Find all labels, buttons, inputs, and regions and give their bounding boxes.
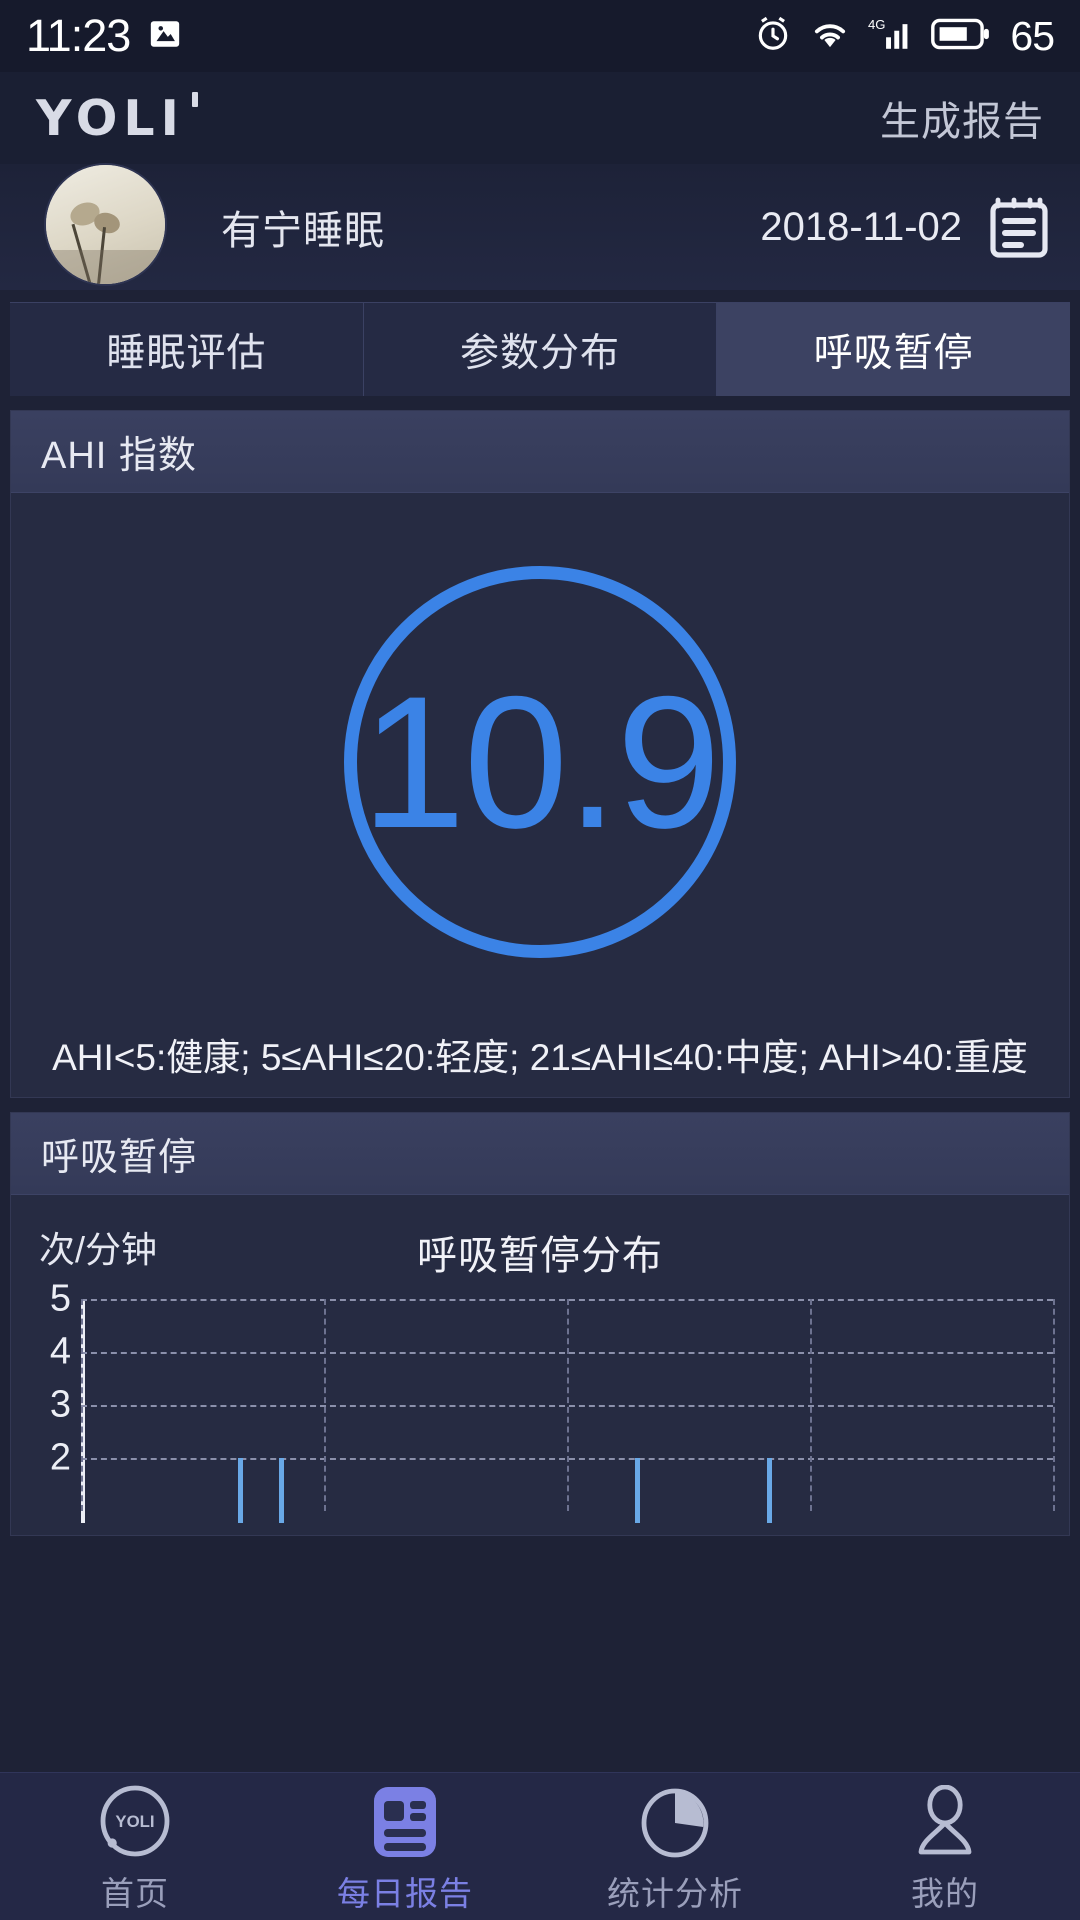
apnea-chart: 次/分钟 呼吸暂停分布 5432 bbox=[11, 1195, 1069, 1535]
status-bar-left: 11:23 bbox=[26, 10, 182, 62]
brand-logo: YOLI bbox=[36, 89, 198, 147]
app-header: YOLI 生成报告 bbox=[0, 72, 1080, 164]
tab-sleep-assessment[interactable]: 睡眠评估 bbox=[10, 303, 364, 396]
chart-bar bbox=[238, 1458, 244, 1523]
chart-gridline-vertical bbox=[810, 1299, 812, 1511]
selected-date[interactable]: 2018-11-02 bbox=[760, 205, 962, 250]
chart-bar bbox=[635, 1458, 641, 1523]
chart-gridline-vertical bbox=[567, 1299, 569, 1511]
tab-label: 呼吸暂停 bbox=[813, 331, 974, 375]
avatar[interactable] bbox=[44, 162, 167, 286]
status-bar: 11:23 4G 65 bbox=[0, 0, 1080, 72]
brand-logo-text: YOLI bbox=[36, 89, 185, 147]
person-icon bbox=[910, 1784, 980, 1859]
signal-icon: 4G bbox=[868, 15, 914, 58]
image-icon bbox=[148, 17, 182, 56]
status-clock: 11:23 bbox=[26, 10, 131, 61]
chart-y-tick: 5 bbox=[49, 1277, 71, 1320]
chart-bar bbox=[279, 1458, 285, 1523]
nav-label: 我的 bbox=[911, 1874, 979, 1912]
alarm-clock-icon bbox=[754, 15, 792, 58]
profile-row: 有宁睡眠 2018-11-02 bbox=[0, 162, 1080, 290]
avatar-shadow bbox=[46, 249, 165, 284]
profile-name: 有宁睡眠 bbox=[221, 209, 385, 253]
pie-chart-icon bbox=[638, 1785, 712, 1859]
battery-percent-label: 65 bbox=[1010, 12, 1055, 59]
ahi-card-title: AHI 指数 bbox=[11, 411, 1069, 493]
tab-apnea[interactable]: 呼吸暂停 bbox=[717, 303, 1071, 396]
apnea-card: 呼吸暂停 次/分钟 呼吸暂停分布 5432 bbox=[10, 1112, 1070, 1536]
tab-parameter-distribution[interactable]: 参数分布 bbox=[363, 303, 718, 396]
chart-y-tick: 4 bbox=[49, 1330, 71, 1373]
calendar-icon[interactable] bbox=[988, 194, 1050, 260]
nav-label: 每日报告 bbox=[337, 1874, 473, 1912]
chart-bar bbox=[767, 1458, 773, 1523]
battery-icon bbox=[931, 17, 990, 56]
apnea-card-title: 呼吸暂停 bbox=[11, 1113, 1069, 1195]
chart-title: 呼吸暂停分布 bbox=[417, 1234, 663, 1278]
yoli-logo-icon: YOLI bbox=[97, 1785, 173, 1859]
chart-y-tick: 3 bbox=[49, 1383, 71, 1426]
chart-gridline-vertical bbox=[1053, 1299, 1055, 1511]
nav-item-statistics[interactable]: 统计分析 bbox=[540, 1773, 810, 1920]
brand-logo-tick bbox=[191, 91, 198, 107]
nav-label: 首页 bbox=[101, 1874, 169, 1912]
status-bar-right: 4G 65 bbox=[754, 12, 1055, 60]
svg-text:4G: 4G bbox=[868, 17, 886, 32]
ahi-severity-legend: AHI<5:健康; 5≤AHI≤20:轻度; 21≤AHI≤40:中度; AHI… bbox=[52, 1037, 1028, 1078]
nav-item-home[interactable]: YOLI 首页 bbox=[0, 1773, 270, 1920]
ahi-card: AHI 指数 10.9 AHI<5:健康; 5≤AHI≤20:轻度; 21≤AH… bbox=[10, 410, 1070, 1098]
chart-gridline-vertical bbox=[324, 1299, 326, 1511]
chart-gridline-vertical bbox=[81, 1299, 83, 1511]
svg-text:YOLI: YOLI bbox=[115, 1812, 154, 1831]
tab-label: 参数分布 bbox=[460, 331, 621, 375]
chart-y-tick: 2 bbox=[49, 1436, 71, 1479]
ahi-card-body: 10.9 AHI<5:健康; 5≤AHI≤20:轻度; 21≤AHI≤40:中度… bbox=[11, 493, 1069, 1097]
ahi-gauge-ring: 10.9 bbox=[344, 566, 736, 958]
nav-item-daily-report[interactable]: 每日报告 bbox=[270, 1773, 540, 1920]
nav-label: 统计分析 bbox=[607, 1874, 743, 1912]
bottom-navigation-bar: YOLI 首页 每日报告 统计分析 我的 bbox=[0, 1772, 1080, 1920]
wifi-icon bbox=[809, 16, 851, 57]
chart-plot-area: 5 4 3 2 bbox=[50, 1278, 1055, 1523]
ahi-value: 10.9 bbox=[361, 657, 721, 867]
tab-label: 睡眠评估 bbox=[106, 331, 267, 375]
generate-report-button[interactable]: 生成报告 bbox=[880, 89, 1044, 147]
tab-bar: 睡眠评估 参数分布 呼吸暂停 bbox=[10, 302, 1071, 396]
nav-item-profile[interactable]: 我的 bbox=[810, 1773, 1080, 1920]
report-icon bbox=[372, 1785, 438, 1859]
ahi-gauge-wrapper: 10.9 bbox=[11, 527, 1069, 997]
